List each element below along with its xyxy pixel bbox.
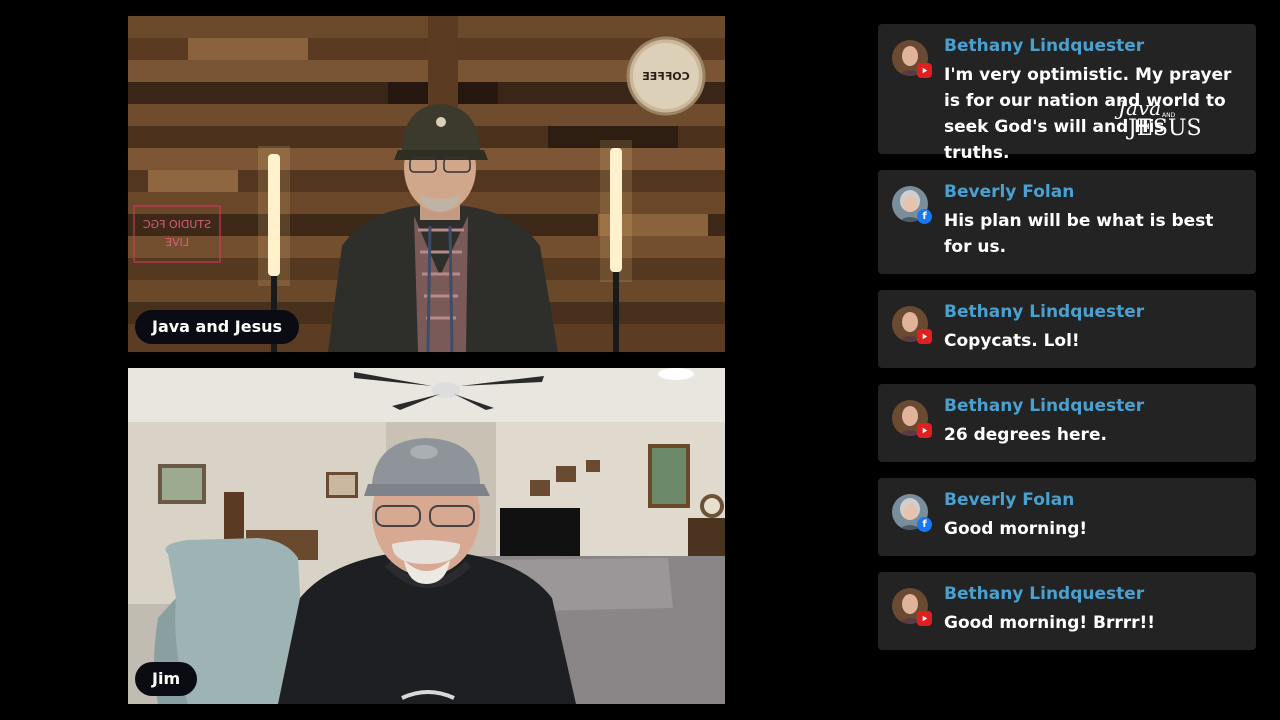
chat-author: Bethany Lindquester xyxy=(944,396,1145,416)
wall-clock: COFFEE xyxy=(626,36,706,116)
avatar xyxy=(892,588,932,626)
avatar xyxy=(892,40,932,78)
youtube-icon xyxy=(917,423,932,438)
participant-name-tag: Java and Jesus xyxy=(135,310,299,344)
chat-message[interactable]: Bethany Lindquester Copycats. Lol! xyxy=(878,290,1256,368)
chat-text: Good morning! Brrrr!! xyxy=(944,613,1156,633)
chat-text: Good morning! xyxy=(944,519,1088,539)
chat-text: Copycats. Lol! xyxy=(944,331,1080,351)
avatar xyxy=(892,400,932,438)
avatar: f xyxy=(892,186,932,224)
youtube-icon xyxy=(917,329,932,344)
chat-author: Beverly Folan xyxy=(944,182,1075,202)
video-feed-host: COFFEE STUDIO FGC LIVE Java and Jesus xyxy=(128,16,725,352)
chat-message[interactable]: Bethany Lindquester Good morning! Brrrr!… xyxy=(878,572,1256,650)
chat-text: I'm very optimistic. My prayer is for ou… xyxy=(944,65,1232,163)
avatar: f xyxy=(892,494,932,532)
ceiling xyxy=(128,368,725,422)
avatar xyxy=(892,306,932,344)
chat-author: Beverly Folan xyxy=(944,490,1075,510)
svg-text:STUDIO FGC: STUDIO FGC xyxy=(143,218,211,231)
svg-text:COFFEE: COFFEE xyxy=(642,70,689,83)
svg-text:LIVE: LIVE xyxy=(165,236,189,249)
chat-text: 26 degrees here. xyxy=(944,425,1107,445)
chat-message[interactable]: Bethany Lindquester 26 degrees here. xyxy=(878,384,1256,462)
chat-author: Bethany Lindquester xyxy=(944,36,1145,56)
chat-author: Bethany Lindquester xyxy=(944,302,1145,322)
host-video-frame: COFFEE STUDIO FGC LIVE xyxy=(128,16,725,352)
participant-name-tag: Jim xyxy=(135,662,198,696)
television xyxy=(500,508,580,556)
facebook-icon: f xyxy=(917,517,932,532)
video-feed-guest: Jim xyxy=(128,368,725,704)
youtube-icon xyxy=(917,63,932,78)
chat-author: Bethany Lindquester xyxy=(944,584,1145,604)
youtube-icon xyxy=(917,611,932,626)
facebook-icon: f xyxy=(917,209,932,224)
guest-video-frame xyxy=(128,368,725,704)
chat-message[interactable]: f Beverly Folan Good morning! xyxy=(878,478,1256,556)
chat-message[interactable]: Bethany Lindquester I'm very optimistic.… xyxy=(878,24,1256,163)
chat-message[interactable]: f Beverly Folan His plan will be what is… xyxy=(878,170,1256,274)
chat-text: His plan will be what is best for us. xyxy=(944,211,1214,257)
